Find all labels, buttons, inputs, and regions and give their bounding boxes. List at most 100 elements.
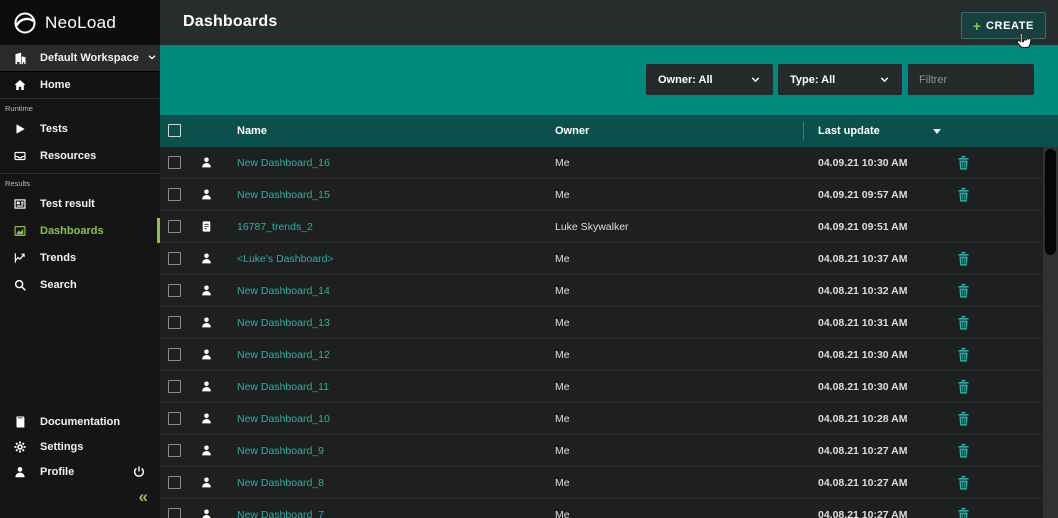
person-icon (200, 156, 214, 170)
owner-cell: Me (555, 339, 570, 371)
dashboard-link[interactable]: New Dashboard_12 (237, 339, 330, 371)
delete-icon[interactable] (956, 475, 971, 491)
table-row: New Dashboard_9 Me 04.08.21 10:27 AM (160, 435, 1043, 467)
row-checkbox[interactable] (168, 316, 181, 329)
scrollbar (1043, 147, 1058, 518)
sidebar-item-settings[interactable]: Settings (0, 434, 160, 459)
person-icon (0, 465, 40, 479)
delete-icon[interactable] (956, 315, 971, 331)
sidebar-item-search[interactable]: Search (0, 271, 160, 298)
app-window: NeoLoad Default Workspace Home Runtime T… (0, 0, 1058, 518)
person-icon (200, 316, 214, 330)
column-header-name[interactable]: Name (237, 115, 267, 147)
report-icon (200, 220, 214, 234)
row-checkbox[interactable] (168, 412, 181, 425)
person-icon (200, 476, 214, 490)
row-checkbox[interactable] (168, 508, 181, 518)
mouse-cursor-hand (1013, 31, 1036, 54)
search-icon (0, 278, 40, 292)
type-filter-select[interactable]: Type: All (778, 64, 902, 95)
last-update-cell: 04.08.21 10:27 AM (818, 499, 908, 518)
owner-cell: Me (555, 147, 570, 179)
collapse-sidebar-icon[interactable]: « (139, 488, 148, 505)
last-update-cell: 04.08.21 10:28 AM (818, 403, 908, 435)
dashboard-link[interactable]: New Dashboard_14 (237, 275, 330, 307)
table-row: New Dashboard_10 Me 04.08.21 10:28 AM (160, 403, 1043, 435)
owner-cell: Luke Skywalker (555, 211, 629, 243)
row-checkbox[interactable] (168, 444, 181, 457)
owner-cell: Me (555, 307, 570, 339)
delete-icon[interactable] (956, 283, 971, 299)
collapse-row: « (0, 484, 160, 508)
row-checkbox[interactable] (168, 252, 181, 265)
dashboard-link[interactable]: 16787_trends_2 (237, 211, 313, 243)
delete-icon[interactable] (956, 187, 971, 203)
row-checkbox[interactable] (168, 284, 181, 297)
chevron-down-icon (750, 74, 761, 85)
workspace-selector[interactable]: Default Workspace (0, 45, 160, 72)
dashboard-link[interactable]: New Dashboard_15 (237, 179, 330, 211)
table-row: 16787_trends_2 Luke Skywalker 04.09.21 0… (160, 211, 1043, 243)
table-row: New Dashboard_16 Me 04.09.21 10:30 AM (160, 147, 1043, 179)
table-row: New Dashboard_7 Me 04.08.21 10:27 AM (160, 499, 1043, 518)
person-icon (200, 252, 214, 266)
dashboard-link[interactable]: New Dashboard_16 (237, 147, 330, 179)
row-checkbox[interactable] (168, 380, 181, 393)
row-checkbox[interactable] (168, 188, 181, 201)
home-icon (0, 78, 40, 92)
delete-icon[interactable] (956, 379, 971, 395)
last-update-cell: 04.09.21 10:30 AM (818, 147, 908, 179)
delete-icon[interactable] (956, 443, 971, 459)
dashboard-link[interactable]: New Dashboard_8 (237, 467, 324, 499)
table-header: Name Owner Last update (160, 115, 1058, 147)
table-row: <Luke's Dashboard> Me 04.08.21 10:37 AM (160, 243, 1043, 275)
delete-icon[interactable] (956, 347, 971, 363)
dashboard-link[interactable]: New Dashboard_11 (237, 371, 329, 403)
scrollbar-thumb[interactable] (1045, 149, 1056, 255)
delete-icon[interactable] (956, 155, 971, 171)
home-label: Home (40, 79, 71, 91)
dashboard-link[interactable]: New Dashboard_10 (237, 403, 330, 435)
column-header-last-update[interactable]: Last update (818, 115, 880, 147)
owner-cell: Me (555, 179, 570, 211)
sidebar-item-dashboards[interactable]: Dashboards (0, 217, 160, 244)
delete-icon[interactable] (956, 507, 971, 518)
dashboard-link[interactable]: <Luke's Dashboard> (237, 243, 334, 275)
person-icon (200, 412, 214, 426)
sidebar-item-documentation[interactable]: Documentation (0, 409, 160, 434)
sort-desc-icon[interactable] (933, 129, 941, 134)
sidebar-item-resources[interactable]: Resources (0, 142, 160, 169)
dashboard-link[interactable]: New Dashboard_9 (237, 435, 324, 467)
row-checkbox[interactable] (168, 348, 181, 361)
neoload-logo-icon (13, 11, 37, 35)
column-header-owner[interactable]: Owner (555, 115, 589, 147)
dashboard-link[interactable]: New Dashboard_13 (237, 307, 330, 339)
plus-icon: + (973, 19, 981, 33)
person-icon (200, 348, 214, 362)
last-update-cell: 04.08.21 10:30 AM (818, 339, 908, 371)
sidebar-item-tests[interactable]: Tests (0, 115, 160, 142)
sidebar-item-test-result[interactable]: Test result (0, 190, 160, 217)
documentation-icon (0, 415, 40, 429)
dashboard-link[interactable]: New Dashboard_7 (237, 499, 324, 518)
owner-cell: Me (555, 435, 570, 467)
last-update-cell: 04.08.21 10:37 AM (818, 243, 908, 275)
delete-icon[interactable] (956, 411, 971, 427)
row-checkbox[interactable] (168, 220, 181, 233)
last-update-cell: 04.09.21 09:51 AM (818, 211, 908, 243)
last-update-cell: 04.09.21 09:57 AM (818, 179, 908, 211)
logout-power-icon[interactable] (132, 465, 146, 479)
results-section-label: Results (0, 174, 160, 190)
gear-icon (0, 440, 40, 454)
person-icon (200, 380, 214, 394)
delete-icon[interactable] (956, 251, 971, 267)
owner-filter-select[interactable]: Owner: All (646, 64, 773, 95)
sidebar-item-profile[interactable]: Profile (0, 459, 160, 484)
sidebar-item-trends[interactable]: Trends (0, 244, 160, 271)
sidebar: NeoLoad Default Workspace Home Runtime T… (0, 0, 160, 518)
row-checkbox[interactable] (168, 476, 181, 489)
sidebar-item-home[interactable]: Home (0, 72, 160, 99)
filter-input[interactable] (908, 64, 1034, 95)
select-all-checkbox[interactable] (168, 124, 181, 137)
row-checkbox[interactable] (168, 156, 181, 169)
